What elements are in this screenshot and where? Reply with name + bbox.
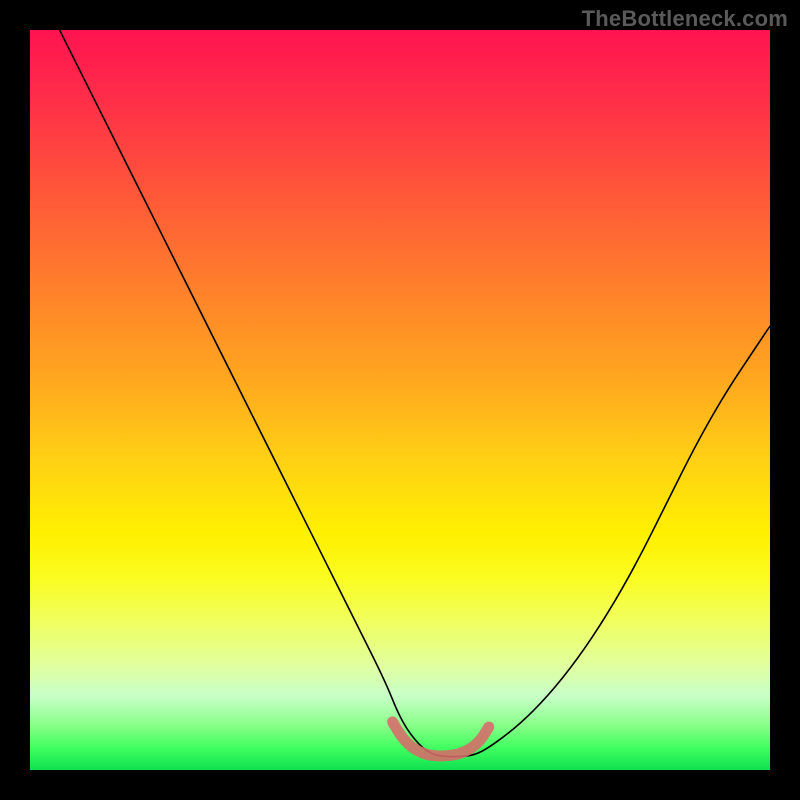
- bottleneck-curve: [60, 30, 770, 757]
- optimal-zone-curve: [393, 722, 489, 756]
- chart-svg: [30, 30, 770, 770]
- watermark-text: TheBottleneck.com: [582, 6, 788, 32]
- chart-container: TheBottleneck.com: [0, 0, 800, 800]
- plot-area: [30, 30, 770, 770]
